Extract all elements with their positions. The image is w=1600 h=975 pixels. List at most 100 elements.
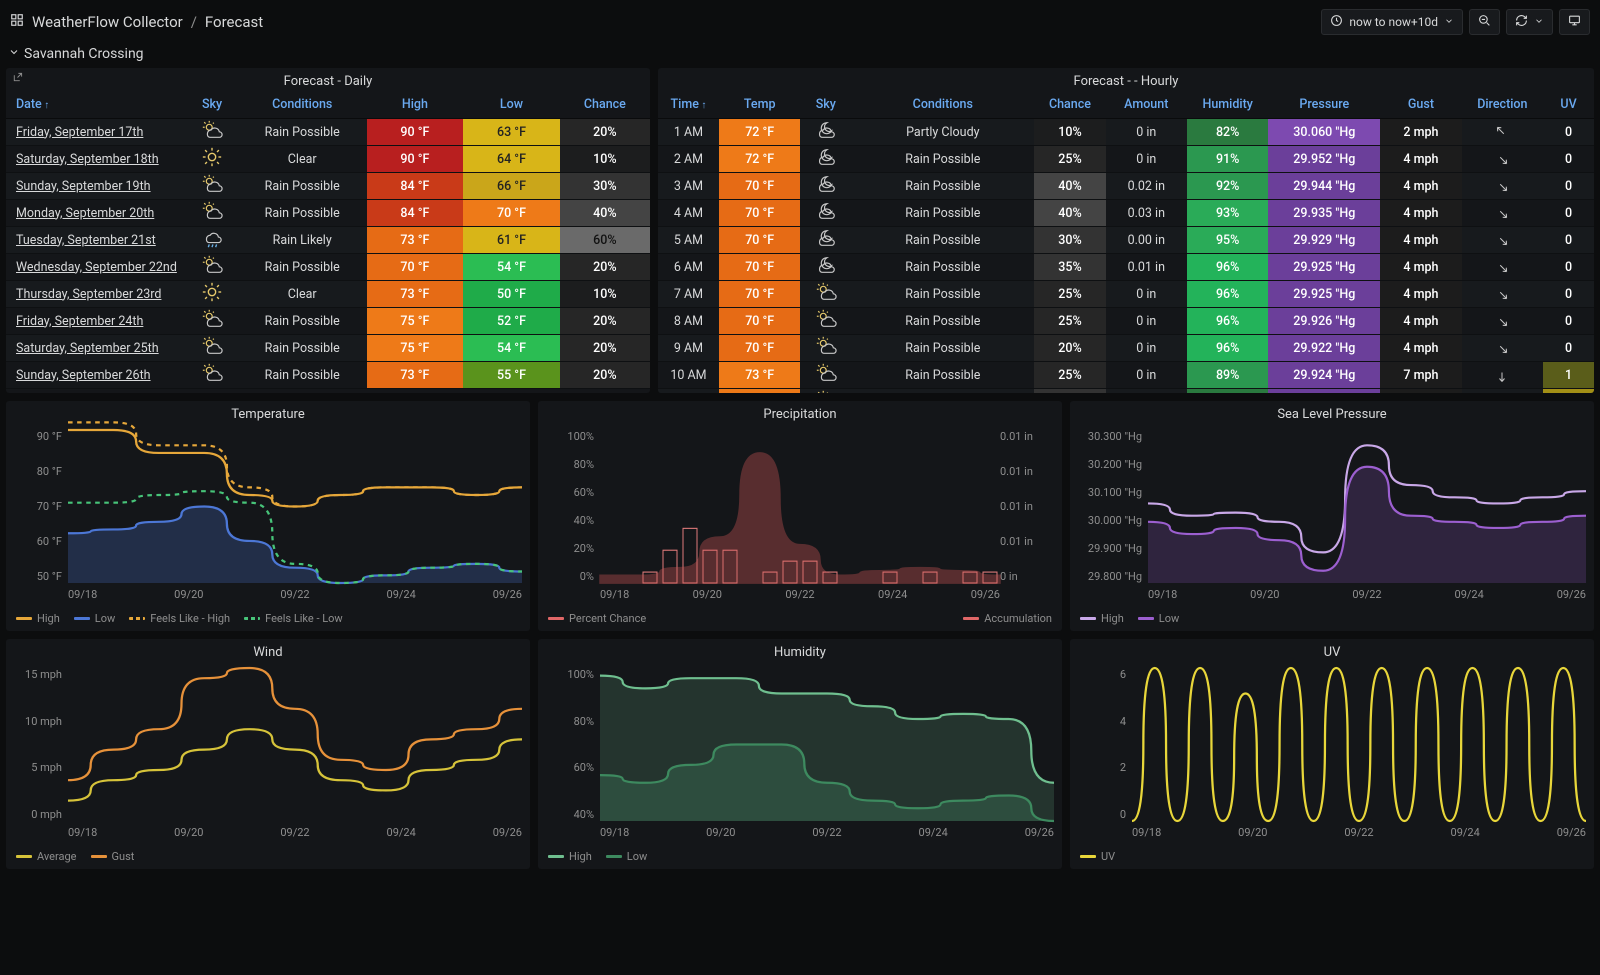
table-row[interactable]: Sunday, September 19thRain Possible84 °F… bbox=[6, 173, 650, 200]
col-header[interactable]: Conditions bbox=[238, 91, 367, 119]
direction-arrow-icon bbox=[1492, 203, 1512, 223]
legend-item[interactable]: Feels Like - High bbox=[129, 612, 230, 625]
time-range-picker[interactable]: now to now+10d bbox=[1321, 9, 1463, 35]
table-row[interactable]: 11 AM75 °FThunderstorms Possible30%0.00 … bbox=[658, 389, 1594, 394]
chart-plot[interactable] bbox=[600, 668, 1054, 821]
table-row[interactable]: Saturday, September 25thRain Possible75 … bbox=[6, 335, 650, 362]
date-cell[interactable]: Friday, September 24th bbox=[6, 308, 186, 335]
table-row[interactable]: 5 AM70 °FRain Possible30%0.00 in95%29.92… bbox=[658, 227, 1594, 254]
date-cell[interactable]: Thursday, September 23rd bbox=[6, 281, 186, 308]
panel-title[interactable]: Wind bbox=[6, 639, 530, 662]
legend-item[interactable]: Average bbox=[16, 850, 77, 863]
date-cell[interactable]: Saturday, September 18th bbox=[6, 146, 186, 173]
legend-item[interactable]: Gust bbox=[91, 850, 135, 863]
table-row[interactable]: 8 AM70 °FRain Possible25%0 in96%29.926 "… bbox=[658, 308, 1594, 335]
panel-temperature: Temperature 90 °F80 °F70 °F60 °F50 °F 09… bbox=[6, 401, 530, 631]
panel-title[interactable]: Humidity bbox=[538, 639, 1062, 662]
direction-arrow-icon bbox=[1492, 338, 1512, 358]
table-row[interactable]: 9 AM70 °FRain Possible20%0 in96%29.922 "… bbox=[658, 335, 1594, 362]
table-row[interactable]: 7 AM70 °FRain Possible25%0 in96%29.925 "… bbox=[658, 281, 1594, 308]
cycle-view-button[interactable] bbox=[1559, 9, 1590, 35]
refresh-button[interactable] bbox=[1506, 9, 1553, 35]
crumb-main[interactable]: WeatherFlow Collector bbox=[32, 13, 183, 31]
col-header[interactable]: Sky bbox=[186, 91, 238, 119]
col-header[interactable]: UV bbox=[1543, 91, 1594, 119]
date-cell[interactable]: Tuesday, September 21st bbox=[6, 227, 186, 254]
date-cell[interactable]: Friday, September 17th bbox=[6, 119, 186, 146]
table-row[interactable]: 1 AM72 °FPartly Cloudy10%0 in82%30.060 "… bbox=[658, 119, 1594, 146]
chart-plot[interactable] bbox=[68, 430, 522, 583]
axis-tick: 09/26 bbox=[493, 588, 522, 601]
col-header[interactable]: Pressure bbox=[1268, 91, 1380, 119]
col-header[interactable]: Time bbox=[658, 91, 719, 119]
col-header[interactable]: Conditions bbox=[851, 91, 1034, 119]
legend-item[interactable]: Low bbox=[74, 612, 115, 625]
row-header[interactable]: Savannah Crossing bbox=[8, 46, 1592, 62]
col-header[interactable]: Direction bbox=[1462, 91, 1543, 119]
panel-title[interactable]: UV bbox=[1070, 639, 1594, 662]
table-row[interactable]: 4 AM70 °FRain Possible40%0.03 in93%29.93… bbox=[658, 200, 1594, 227]
crumb-sub[interactable]: Forecast bbox=[205, 13, 263, 31]
col-header[interactable]: Gust bbox=[1380, 91, 1461, 119]
legend-item[interactable]: High bbox=[16, 612, 60, 625]
legend-item[interactable]: High bbox=[548, 850, 592, 863]
table-row[interactable]: Saturday, September 18thClear90 °F64 °F1… bbox=[6, 146, 650, 173]
legend-item[interactable]: High bbox=[1080, 612, 1124, 625]
amount-cell: 0 in bbox=[1106, 308, 1187, 335]
clock-icon bbox=[1330, 14, 1343, 30]
axis-tick: 0.01 in bbox=[1000, 500, 1056, 513]
table-row[interactable]: 2 AM72 °FRain Possible25%0 in91%29.952 "… bbox=[658, 146, 1594, 173]
row-header-title: Savannah Crossing bbox=[24, 46, 144, 62]
table-row[interactable]: Sunday, September 26thRain Possible73 °F… bbox=[6, 362, 650, 389]
chart-plot[interactable] bbox=[1132, 668, 1586, 821]
col-header[interactable]: Humidity bbox=[1187, 91, 1268, 119]
date-cell[interactable]: Monday, September 20th bbox=[6, 200, 186, 227]
table-row[interactable]: Thursday, September 23rdClear73 °F50 °F1… bbox=[6, 281, 650, 308]
legend-item[interactable]: Low bbox=[606, 850, 647, 863]
col-header[interactable]: Chance bbox=[1034, 91, 1105, 119]
col-header[interactable]: Sky bbox=[800, 91, 851, 119]
panel-title[interactable]: Precipitation bbox=[538, 401, 1062, 424]
date-cell[interactable]: Sunday, September 26th bbox=[6, 362, 186, 389]
date-cell[interactable]: Sunday, September 19th bbox=[6, 173, 186, 200]
date-cell[interactable]: Wednesday, September 22nd bbox=[6, 254, 186, 281]
panel-title[interactable]: Forecast - Daily bbox=[6, 68, 650, 91]
col-header[interactable]: Temp bbox=[719, 91, 800, 119]
col-header[interactable]: Chance bbox=[560, 91, 650, 119]
conditions-cell: Partly Cloudy bbox=[851, 119, 1034, 146]
table-row[interactable]: Tuesday, September 21stRain Likely73 °F6… bbox=[6, 227, 650, 254]
external-link-icon[interactable] bbox=[12, 72, 23, 86]
table-row[interactable]: 10 AM73 °FRain Possible25%0 in89%29.924 … bbox=[658, 362, 1594, 389]
sky-icon bbox=[186, 308, 238, 335]
col-header[interactable]: Date bbox=[6, 91, 186, 119]
high-cell: 70 °F bbox=[367, 254, 464, 281]
time-cell: 1 AM bbox=[658, 119, 719, 146]
table-row[interactable]: Friday, September 17thRain Possible90 °F… bbox=[6, 119, 650, 146]
col-header[interactable]: Amount bbox=[1106, 91, 1187, 119]
gust-cell: 4 mph bbox=[1380, 173, 1461, 200]
legend-item[interactable]: UV bbox=[1080, 850, 1115, 863]
chart-plot[interactable] bbox=[1148, 430, 1586, 583]
zoom-out-button[interactable] bbox=[1469, 9, 1500, 35]
chart-plot[interactable] bbox=[600, 430, 1000, 583]
legend-item[interactable]: Low bbox=[1138, 612, 1179, 625]
table-row[interactable]: Friday, September 24thRain Possible75 °F… bbox=[6, 308, 650, 335]
panel-title[interactable]: Temperature bbox=[6, 401, 530, 424]
legend-item[interactable]: Feels Like - Low bbox=[244, 612, 343, 625]
panel-title[interactable]: Sea Level Pressure bbox=[1070, 401, 1594, 424]
sky-icon bbox=[186, 254, 238, 281]
panel-title[interactable]: Forecast - - Hourly bbox=[658, 68, 1594, 91]
table-row[interactable]: 6 AM70 °FRain Possible35%0.01 in96%29.92… bbox=[658, 254, 1594, 281]
date-cell[interactable]: Saturday, September 25th bbox=[6, 335, 186, 362]
sky-icon bbox=[186, 362, 238, 389]
col-header[interactable]: Low bbox=[463, 91, 560, 119]
chart-plot[interactable] bbox=[68, 668, 522, 821]
direction-arrow-icon bbox=[1492, 284, 1512, 304]
legend-item[interactable]: Accumulation bbox=[963, 612, 1052, 625]
col-header[interactable]: High bbox=[367, 91, 464, 119]
axis-tick: 09/24 bbox=[878, 588, 907, 601]
table-row[interactable]: 3 AM70 °FRain Possible40%0.02 in92%29.94… bbox=[658, 173, 1594, 200]
table-row[interactable]: Wednesday, September 22ndRain Possible70… bbox=[6, 254, 650, 281]
breadcrumb[interactable]: WeatherFlow Collector / Forecast bbox=[10, 13, 263, 31]
table-row[interactable]: Monday, September 20thRain Possible84 °F… bbox=[6, 200, 650, 227]
